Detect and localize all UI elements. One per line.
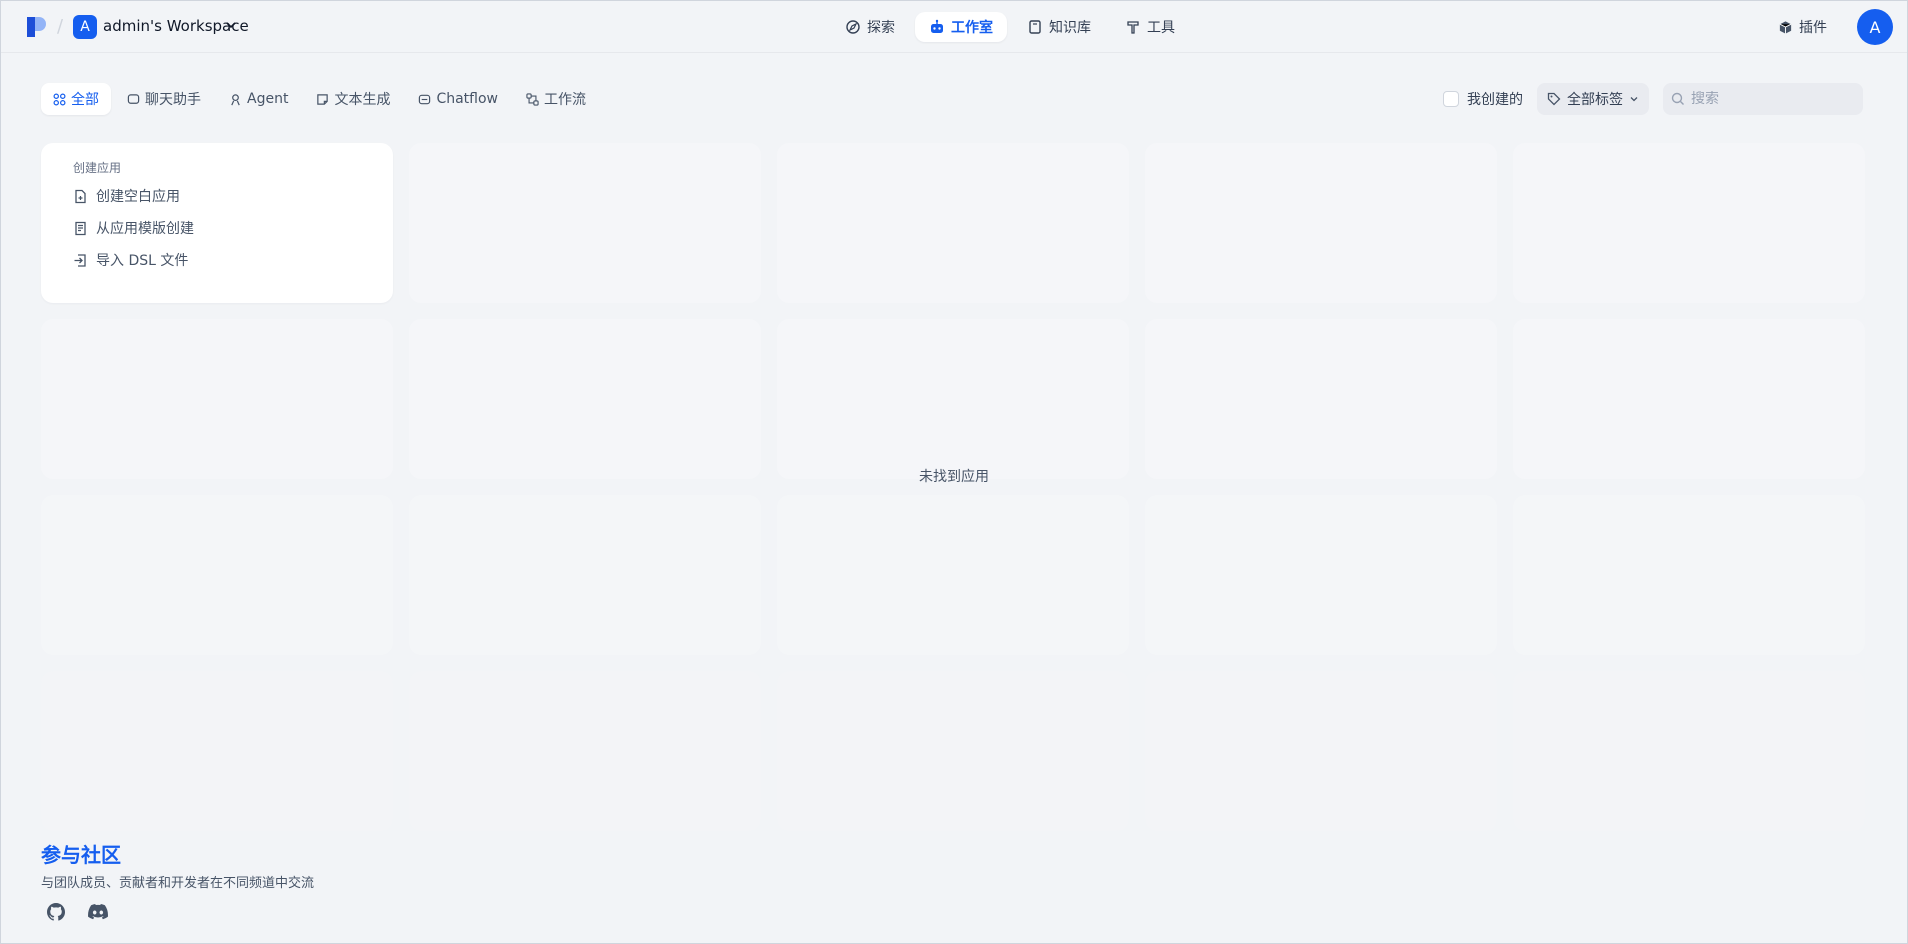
create-blank-app-button[interactable]: 创建空白应用 (73, 182, 361, 210)
nav-studio-label: 工作室 (951, 20, 993, 36)
created-by-me-checkbox[interactable] (1443, 91, 1459, 107)
nav-explore-label: 探索 (867, 20, 895, 36)
compass-icon (846, 20, 860, 34)
breadcrumb-separator: / (57, 16, 64, 37)
skeleton-card (1513, 671, 1865, 831)
hammer-icon (1127, 21, 1139, 34)
search-box (1663, 83, 1863, 115)
tab-workflow-label: 工作流 (544, 92, 587, 108)
note-icon (317, 93, 329, 105)
cube-icon (1779, 20, 1792, 34)
created-by-me-label: 我创建的 (1467, 92, 1523, 108)
tab-chat-assistant[interactable]: 聊天助手 (115, 83, 213, 115)
search-icon (1671, 92, 1684, 105)
skeleton-card (41, 495, 393, 655)
skeleton-card (409, 495, 761, 655)
search-input[interactable] (1691, 91, 1851, 107)
skeleton-card (1145, 495, 1497, 655)
skeleton-card (41, 319, 393, 479)
created-by-me-toggle[interactable]: 我创建的 (1443, 89, 1523, 109)
tag-icon (1547, 92, 1561, 106)
skeleton-card (1513, 319, 1865, 479)
skeleton-card (409, 143, 761, 303)
template-icon (75, 221, 86, 235)
tab-agent[interactable]: Agent (217, 83, 300, 115)
plugins-button[interactable]: 插件 (1778, 17, 1827, 37)
top-header: / A admin's Workspace 探索 工作室 知识库 工具 插件 A (1, 1, 1907, 53)
tab-workflow[interactable]: 工作流 (514, 83, 598, 115)
discord-link[interactable] (87, 901, 109, 923)
tab-all[interactable]: 全部 (41, 83, 111, 115)
skeleton-card (777, 671, 1129, 831)
tab-chatflow[interactable]: Chatflow (406, 83, 510, 115)
main-nav: 探索 工作室 知识库 工具 (831, 12, 1189, 42)
skeleton-card (41, 671, 393, 831)
chat-icon (127, 93, 140, 104)
book-icon (1029, 20, 1041, 34)
import-dsl-label: 导入 DSL 文件 (96, 253, 189, 269)
skeleton-card (777, 495, 1129, 655)
empty-state-text: 未找到应用 (919, 469, 989, 485)
tab-text-generation[interactable]: 文本生成 (304, 83, 402, 115)
file-plus-icon (75, 189, 86, 203)
community-section: 参与社区 与团队成员、贡献者和开发者在不同频道中交流 (41, 839, 314, 891)
skeleton-card (1145, 143, 1497, 303)
app-window: / A admin's Workspace 探索 工作室 知识库 工具 插件 A… (0, 0, 1908, 944)
create-blank-app-label: 创建空白应用 (96, 189, 180, 205)
app-logo-icon[interactable] (25, 15, 47, 39)
create-from-template-label: 从应用模版创建 (96, 221, 194, 237)
right-filters: 我创建的 全部标签 (1443, 83, 1863, 115)
skeleton-card (777, 319, 1129, 479)
create-app-card: 创建应用 创建空白应用 从应用模版创建 导入 DSL 文件 (41, 143, 393, 303)
community-title: 参与社区 (41, 843, 121, 867)
nav-explore[interactable]: 探索 (831, 12, 909, 42)
tab-text-generation-label: 文本生成 (334, 92, 391, 108)
tag-filter-select[interactable]: 全部标签 (1537, 83, 1649, 115)
workspace-avatar[interactable]: A (73, 15, 97, 39)
nav-tools-label: 工具 (1147, 20, 1175, 36)
import-icon (74, 253, 86, 267)
plugins-label: 插件 (1799, 20, 1827, 36)
chatflow-icon (419, 94, 431, 104)
create-app-title: 创建应用 (73, 161, 122, 175)
skeleton-card (409, 671, 761, 831)
agent-icon (231, 93, 240, 105)
tab-chatflow-label: Chatflow (436, 91, 499, 107)
robot-icon (931, 19, 943, 33)
workflow-icon (526, 92, 539, 106)
tab-chat-assistant-label: 聊天助手 (145, 92, 201, 108)
app-type-tabs: 全部 聊天助手 Agent 文本生成 Chatflow 工作流 (41, 83, 598, 115)
tab-all-label: 全部 (71, 92, 99, 108)
nav-studio[interactable]: 工作室 (915, 12, 1007, 42)
discord-icon (88, 904, 108, 920)
github-icon (47, 903, 65, 921)
skeleton-card (1513, 143, 1865, 303)
tag-filter-label: 全部标签 (1567, 92, 1623, 108)
chevron-down-icon[interactable] (225, 19, 237, 31)
skeleton-card (1513, 495, 1865, 655)
community-description: 与团队成员、贡献者和开发者在不同频道中交流 (41, 876, 315, 891)
grid-icon (53, 93, 66, 105)
user-avatar[interactable]: A (1857, 9, 1893, 45)
skeleton-card (409, 319, 761, 479)
create-from-template-button[interactable]: 从应用模版创建 (73, 214, 361, 242)
skeleton-card (1145, 319, 1497, 479)
tab-agent-label: Agent (247, 91, 289, 107)
skeleton-card (777, 143, 1129, 303)
nav-knowledge-label: 知识库 (1049, 20, 1091, 36)
social-links (45, 901, 109, 923)
github-link[interactable] (45, 901, 67, 923)
nav-tools[interactable]: 工具 (1111, 12, 1189, 42)
import-dsl-button[interactable]: 导入 DSL 文件 (73, 246, 361, 274)
chevron-down-icon (1630, 97, 1638, 102)
skeleton-card (1145, 671, 1497, 831)
nav-knowledge[interactable]: 知识库 (1013, 12, 1105, 42)
